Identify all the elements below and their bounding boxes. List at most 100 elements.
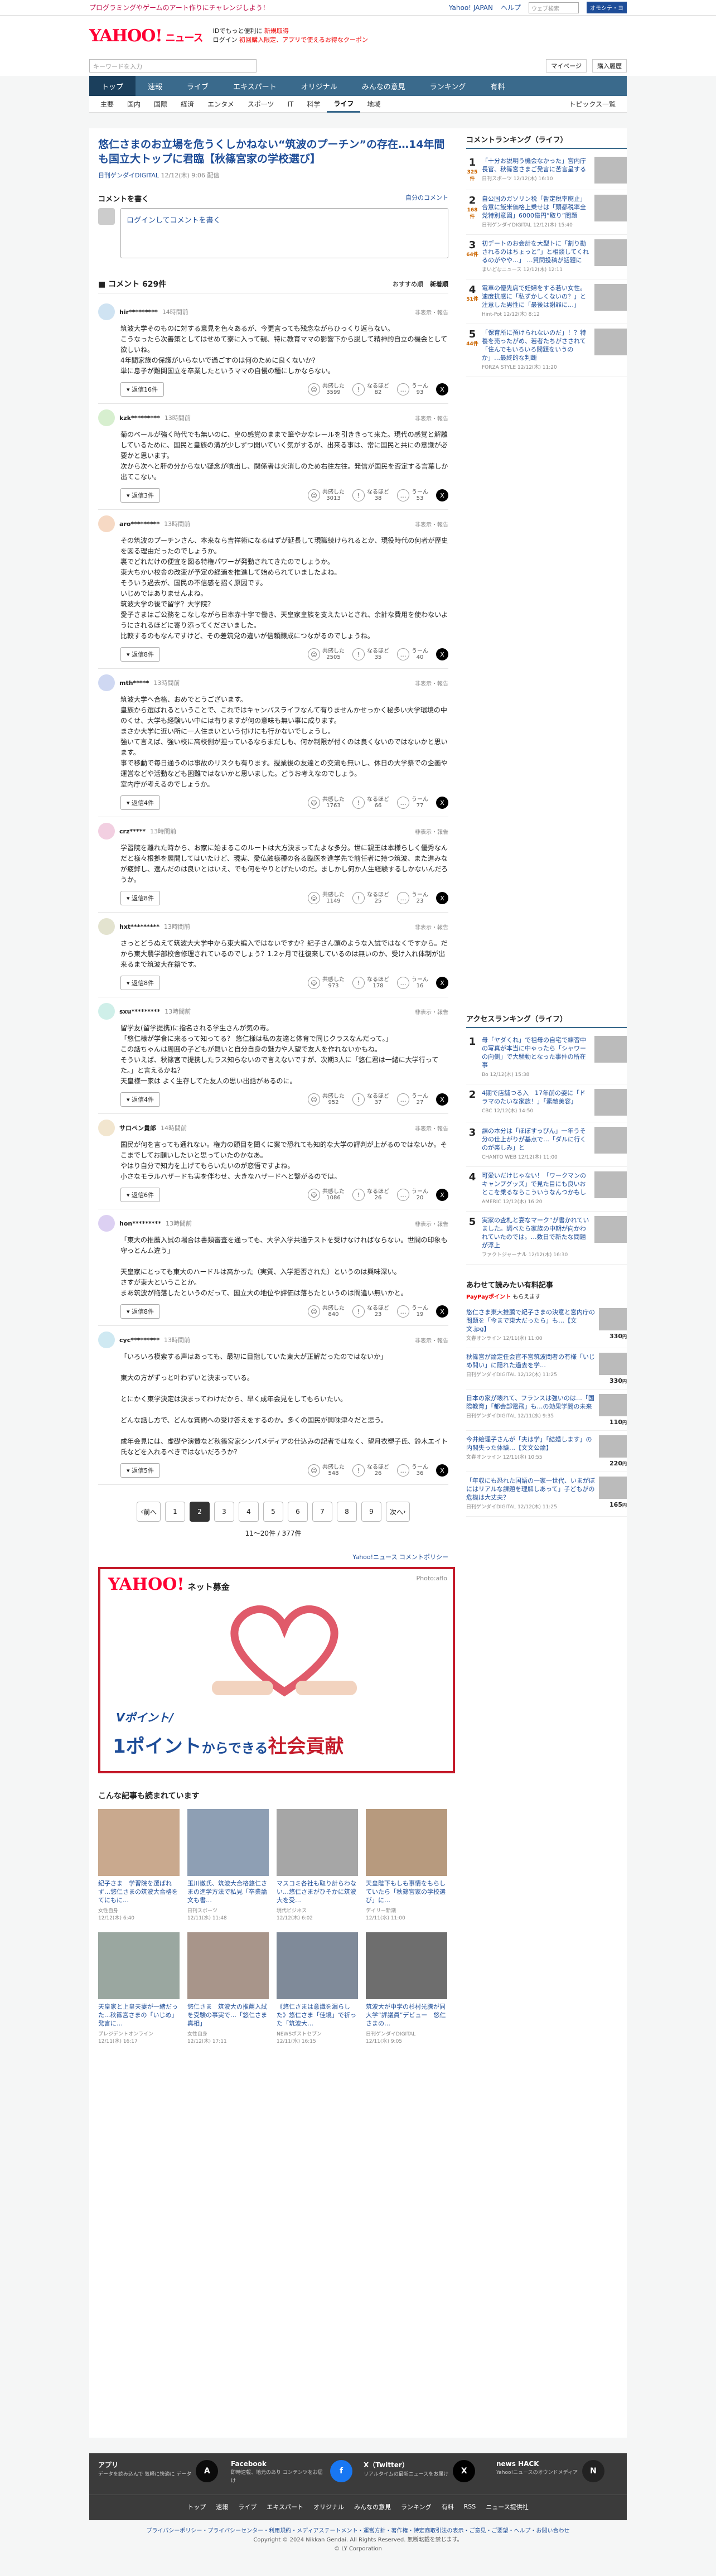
replies-button[interactable]: ▾ 返信4件 <box>120 795 161 810</box>
commenter-name[interactable]: kzk********* <box>119 414 160 422</box>
commenter-name[interactable]: aro********* <box>119 520 159 528</box>
ranking-thumbnail[interactable] <box>594 157 627 184</box>
reco-title[interactable]: 天皇家と上皇夫妻が一緒だった...秋篠宮さまの「いじめ」発言に… <box>98 2003 180 2028</box>
share-x-icon[interactable]: X <box>436 1189 448 1201</box>
ranking-title[interactable]: 電車の優先席で妊婦をする若い女性。速度抗感に「私ずかしくないの？」と注意した男性… <box>482 284 586 308</box>
vote-convinced-button[interactable]: ! なるほど 26 <box>352 1464 389 1477</box>
page-7[interactable]: 7 <box>312 1502 332 1522</box>
vote-hmm-button[interactable]: … うーん 19 <box>397 1305 428 1318</box>
reco-card[interactable]: 天皇家と上皇夫妻が一緒だった...秋篠宮さまの「いじめ」発言に… プレジデントオン… <box>98 1932 180 2044</box>
vote-empathy-button[interactable]: ☺ 共感した 1763 <box>308 797 345 809</box>
reco-title[interactable]: マスコミ各社も取り計らわない…悠仁さまがひそかに筑波大を受… <box>277 1879 358 1904</box>
share-x-icon[interactable]: X <box>436 1093 448 1106</box>
vote-hmm-button[interactable]: … うーん 77 <box>397 797 428 809</box>
footer-x-link[interactable]: X（Twitter） リアルタイムの最新ニュースをお届け X <box>364 2460 485 2488</box>
article-title[interactable]: 悠仁さまのお立場を危うくしかねない“筑波のプーチン”の存在…14年間も国立大トッ… <box>98 137 448 166</box>
commenter-name[interactable]: mth***** <box>119 679 149 687</box>
report-link[interactable]: 非表示・報告 <box>415 1219 448 1228</box>
report-link[interactable]: 非表示・報告 <box>415 827 448 836</box>
help-link[interactable]: ヘルプ <box>501 3 521 12</box>
sort-newest[interactable]: 新着順 <box>430 279 448 288</box>
promo-link[interactable]: プログラミングやゲームのアート作りにチャレンジしよう！ <box>89 3 269 12</box>
nav-opinion[interactable]: みんなの意見 <box>350 76 418 96</box>
replies-button[interactable]: ▾ 返信6件 <box>120 1188 161 1202</box>
reco-card[interactable]: マスコミ各社も取り計らわない…悠仁さまがひそかに筑波大を受… 現代ビジネス 12/1… <box>277 1809 358 1921</box>
paid-title[interactable]: 秋篠宮が論定任会官不宮筑波問者の有様「いじめ問い」に隠れた過去を学… <box>466 1353 595 1369</box>
page-2[interactable]: 2 <box>190 1502 210 1522</box>
coupon-link[interactable]: 初回購入限定、アプリで使えるお得なクーポン <box>239 36 368 44</box>
news-search-input[interactable]: キーワードを入力 <box>89 59 257 73</box>
vote-empathy-button[interactable]: ☺ 共感した 2505 <box>308 648 345 660</box>
footer-link[interactable]: オリジナル <box>313 2502 344 2511</box>
replies-button[interactable]: ▾ 返信8件 <box>120 647 161 662</box>
reco-card[interactable]: 紀子さま 学習院を選ばれず…悠仁さまの筑波大合格をてにもに… 女性自身 12/12(… <box>98 1809 180 1921</box>
vote-convinced-button[interactable]: ! なるほど 35 <box>352 648 389 660</box>
access-title[interactable]: 母「ヤダくれ」で祖母の自宅で練習中の写真が本当に中ゃったら「シャワーの向側」で大… <box>482 1036 586 1069</box>
reco-thumbnail[interactable] <box>366 1932 447 1999</box>
subnav-local[interactable]: 地域 <box>360 99 387 109</box>
vote-convinced-button[interactable]: ! なるほど 66 <box>352 797 389 809</box>
page-5[interactable]: 5 <box>263 1502 283 1522</box>
vote-empathy-button[interactable]: ☺ 共感した 840 <box>308 1305 345 1318</box>
access-thumbnail[interactable] <box>594 1127 627 1154</box>
purchase-history-button[interactable]: 購入履歴 <box>592 59 627 73</box>
yahoo-japan-link[interactable]: Yahoo! JAPAN <box>449 4 493 12</box>
subnav-it[interactable]: IT <box>280 100 300 108</box>
page-8[interactable]: 8 <box>337 1502 357 1522</box>
vote-convinced-button[interactable]: ! なるほど 38 <box>352 489 389 501</box>
page-4[interactable]: 4 <box>239 1502 259 1522</box>
paid-item[interactable]: 悠仁さま東大推薦で紀子さまの決意と宮内庁の問題を「今まで東大だったら」も…【文文… <box>466 1304 627 1348</box>
prev-page-button[interactable]: ‹ 前へ <box>137 1502 161 1522</box>
nav-expert[interactable]: エキスパート <box>221 76 289 96</box>
vote-empathy-button[interactable]: ☺ 共感した 1149 <box>308 892 345 904</box>
report-link[interactable]: 非表示・報告 <box>415 308 448 316</box>
ranking-title[interactable]: 初デートのお会計を大型トに「割り勘されるのはちょっと”」と相談してくれるのがやや… <box>482 240 589 264</box>
commenter-name[interactable]: cyc********* <box>119 1337 159 1344</box>
topics-list-link[interactable]: トピックス一覧 <box>562 99 627 109</box>
footer-link[interactable]: ニュース提供社 <box>486 2502 528 2511</box>
report-link[interactable]: 非表示・報告 <box>415 1124 448 1132</box>
reco-thumbnail[interactable] <box>277 1809 358 1876</box>
vote-empathy-button[interactable]: ☺ 共感した 973 <box>308 977 345 989</box>
subnav-sports[interactable]: スポーツ <box>241 99 281 109</box>
paid-thumbnail[interactable] <box>599 1477 627 1499</box>
footer-newshack-link[interactable]: news HACK Yahoo!ニュースのオウンドメディア N <box>496 2460 618 2488</box>
footer-link[interactable]: トップ <box>187 2502 206 2511</box>
vote-convinced-button[interactable]: ! なるほど 82 <box>352 383 389 395</box>
vote-empathy-button[interactable]: ☺ 共感した 3599 <box>308 383 345 395</box>
replies-button[interactable]: ▾ 返信3件 <box>120 488 161 503</box>
subnav-life[interactable]: ライフ <box>327 96 361 113</box>
vote-hmm-button[interactable]: … うーん 27 <box>397 1093 428 1106</box>
paid-title[interactable]: 今井絵理子さんが「夫は学」「結婚します」の内閣失った体験…【文文公論】 <box>466 1436 592 1451</box>
paid-item[interactable]: 今井絵理子さんが「夫は学」「結婚します」の内閣失った体験…【文文公論】 文春オンラ… <box>466 1431 627 1472</box>
reco-title[interactable]: 悠仁さま 筑波大の推薦入試を受験の事実で…「悠仁さま真相」 <box>187 2003 269 2028</box>
reco-thumbnail[interactable] <box>98 1932 180 1999</box>
ranking-item[interactable]: 1 325件 「十分お説明う機会なかった」宮内庁長官、秋篠宮さまご発言に苦言呈する日… <box>466 152 627 190</box>
paid-title[interactable]: 「年収にも恐れた国語の一家一世代、いまがぼにはリアルな課題を理解しあって」子ども… <box>466 1477 595 1501</box>
report-link[interactable]: 非表示・報告 <box>415 679 448 687</box>
subnav-world[interactable]: 国際 <box>147 99 174 109</box>
signup-link[interactable]: 新規取得 <box>264 27 289 35</box>
vote-empathy-button[interactable]: ☺ 共感した 548 <box>308 1464 345 1477</box>
replies-button[interactable]: ▾ 返信4件 <box>120 1092 161 1107</box>
report-link[interactable]: 非表示・報告 <box>415 1007 448 1016</box>
nav-breaking[interactable]: 速報 <box>136 76 175 96</box>
paid-thumbnail[interactable] <box>599 1308 627 1330</box>
paid-thumbnail[interactable] <box>599 1394 627 1416</box>
reco-title[interactable]: 天皇陛下もしも事情をもらしていたら「秋篠宮家の学校選び」に… <box>366 1879 447 1904</box>
share-x-icon[interactable]: X <box>436 648 448 660</box>
page-1[interactable]: 1 <box>165 1502 185 1522</box>
replies-button[interactable]: ▾ 返信5件 <box>120 1463 161 1478</box>
subnav-science[interactable]: 科学 <box>300 99 327 109</box>
access-thumbnail[interactable] <box>594 1216 627 1243</box>
reco-card[interactable]: 悠仁さま 筑波大の推薦入試を受験の事実で…「悠仁さま真相」 女性自身 12/12(木… <box>187 1932 269 2044</box>
footer-link[interactable]: エキスパート <box>267 2502 303 2511</box>
nav-paid[interactable]: 有料 <box>478 76 517 96</box>
access-item[interactable]: 1 母「ヤダくれ」で祖母の自宅で練習中の写真が本当に中ゃったら「シャワーの向側」で… <box>466 1031 627 1084</box>
access-title[interactable]: 実家の査札と宴なマーク“が書かれていました。調べたら家族の中期が向かわれていたの… <box>482 1217 589 1249</box>
reco-card[interactable]: 玉川徹氏、筑波大合格悠仁さまの進学方法で私見「卒業論文も書… 日刊スポーツ 12/1… <box>187 1809 269 1921</box>
next-page-button[interactable]: 次へ › <box>386 1502 410 1522</box>
nav-top[interactable]: トップ <box>89 76 136 96</box>
my-comments-link[interactable]: 自分のコメント <box>405 193 448 204</box>
ranking-thumbnail[interactable] <box>594 329 627 355</box>
